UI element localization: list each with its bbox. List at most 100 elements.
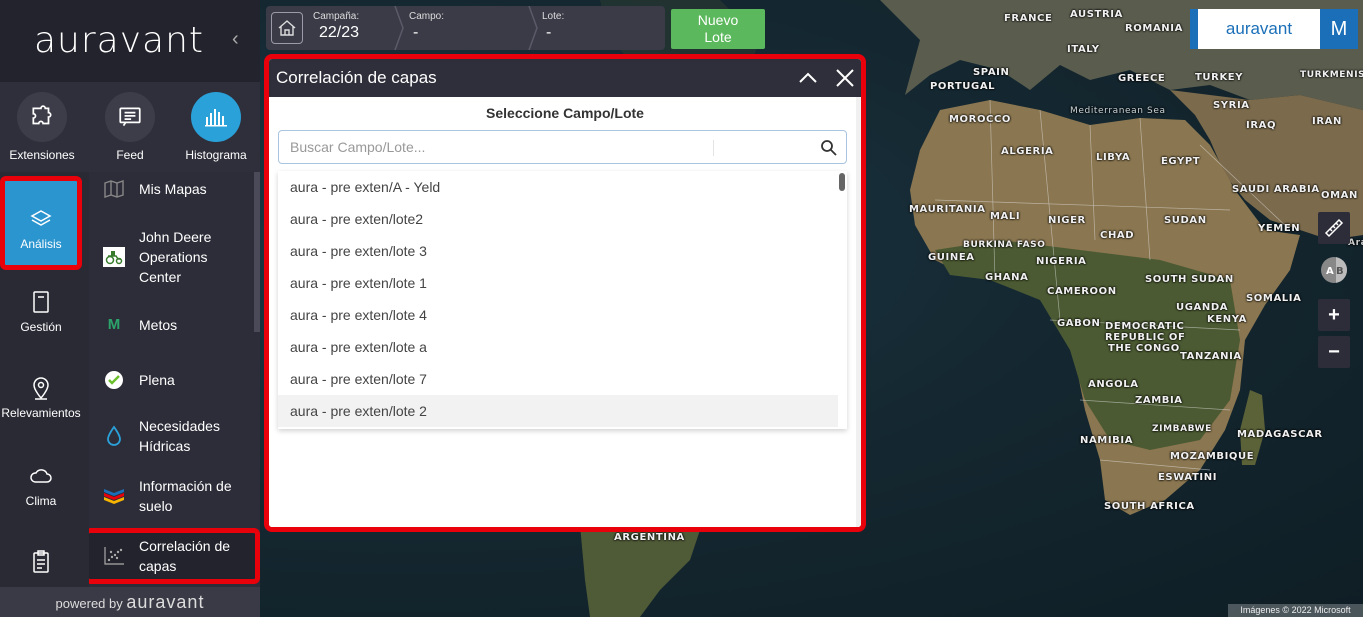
submenu-item-john-deere[interactable]: John Deere Operations Center: [89, 227, 254, 287]
campaign-selector-bar: Campaña: 22/23 Campo: - Lote: -: [266, 6, 665, 50]
submenu-item-informacion-suelo[interactable]: Información de suelo: [89, 476, 254, 516]
plena-icon: [105, 371, 123, 389]
chevron-up-icon[interactable]: [795, 65, 821, 91]
tool-label: Histograma: [185, 148, 247, 162]
map-label: IRAQ: [1246, 120, 1277, 131]
map-label: MALI: [990, 211, 1021, 222]
results-scrollbar[interactable]: [839, 173, 845, 191]
result-item[interactable]: aura - pre exten/lote 4: [278, 299, 838, 331]
submenu-item-correlacion-capas[interactable]: Correlación de capas: [89, 528, 260, 584]
submenu-item-necesidades-hidricas[interactable]: Necesidades Hídricas: [89, 416, 254, 456]
zoom-out-button[interactable]: −: [1318, 336, 1350, 368]
dialog-body: Seleccione Campo/Lote aura - pre exten/A…: [269, 97, 861, 527]
histogram-icon: [205, 109, 227, 127]
home-button[interactable]: [271, 12, 303, 44]
collapse-sidebar-button[interactable]: ‹: [232, 28, 239, 51]
tool-label: Extensiones: [9, 148, 75, 162]
map-label: KENYA: [1207, 314, 1247, 325]
result-item[interactable]: aura - pre exten/lote 1: [278, 267, 838, 299]
compare-ab-icon: AB: [1321, 257, 1347, 283]
tool-row: Extensiones Feed Histograma: [0, 82, 260, 172]
map-label: SPAIN: [973, 67, 1010, 78]
submenu-label: Metos: [139, 317, 178, 333]
dialog-title: Correlación de capas: [276, 68, 437, 87]
map-label: Arabia: [1348, 238, 1363, 248]
close-icon[interactable]: [832, 65, 858, 91]
powered-prefix: powered by: [55, 596, 123, 611]
map-label: ANGOLA: [1088, 379, 1139, 390]
nav-item-label: Análisis: [20, 237, 62, 251]
nav-item-analisis[interactable]: Análisis: [0, 176, 82, 270]
search-input[interactable]: [279, 131, 709, 163]
chevron-separator-icon: [528, 6, 538, 50]
scatter-plot-icon: [104, 547, 124, 565]
result-item[interactable]: aura - pre exten/lote a: [278, 331, 838, 363]
tool-extensiones[interactable]: Extensiones: [0, 92, 84, 162]
map-label: GREECE: [1118, 73, 1166, 84]
map-label: OMAN: [1321, 190, 1358, 201]
campo-label: Campo:: [409, 11, 445, 22]
result-item[interactable]: aura - pre exten/lote 7: [278, 363, 838, 395]
nav-item-clipboard[interactable]: [0, 544, 82, 580]
map-label: FRANCE: [1004, 13, 1053, 24]
clipboard-icon: [33, 550, 49, 573]
submenu-item-metos[interactable]: M Metos: [89, 315, 254, 335]
nav-item-label: Gestión: [20, 320, 62, 334]
zoom-in-button[interactable]: +: [1318, 299, 1350, 331]
search-field: [278, 130, 847, 164]
water-drop-icon: [107, 425, 121, 446]
user-avatar[interactable]: M: [1320, 9, 1358, 49]
result-item[interactable]: aura - pre exten/lote 3: [278, 235, 838, 267]
map-label: SOUTH SUDAN: [1145, 274, 1234, 285]
submenu-item-mis-mapas[interactable]: Mis Mapas: [89, 179, 254, 199]
map-label: TURKEY: [1195, 72, 1244, 83]
header-brand-logo: auravant: [1190, 9, 1320, 49]
campo-lote-results-list: aura - pre exten/A - Yeld aura - pre ext…: [278, 171, 847, 429]
metos-icon: M: [107, 316, 121, 333]
lote-label: Lote:: [542, 11, 565, 22]
dialog-scrollbar[interactable]: [856, 97, 861, 527]
submenu-label: Plena: [139, 372, 175, 388]
dialog-header: Correlación de capas: [269, 59, 861, 97]
campana-label: Campaña:: [313, 11, 360, 22]
nav-item-label: Clima: [25, 494, 57, 508]
lote-selector[interactable]: Lote: -: [542, 11, 564, 42]
tool-histograma[interactable]: Histograma: [174, 92, 258, 162]
map-label: TURKMENISTAN: [1300, 70, 1363, 80]
map-label: NIGER: [1048, 215, 1086, 226]
submenu-item-plena[interactable]: Plena: [89, 370, 254, 390]
map-label: ITALY: [1067, 44, 1100, 55]
map-label: MADAGASCAR: [1237, 429, 1323, 440]
svg-text:B: B: [1336, 266, 1344, 277]
new-lote-button[interactable]: Nuevo Lote: [671, 9, 765, 49]
puzzle-icon: [32, 105, 52, 125]
result-item[interactable]: aura - pre exten/lote2: [278, 203, 838, 235]
map-label: PORTUGAL: [930, 81, 996, 92]
map-label: MOROCCO: [949, 114, 1012, 125]
result-item[interactable]: aura - pre exten/A - Yeld: [278, 171, 838, 203]
campana-selector[interactable]: Campaña: 22/23: [313, 11, 359, 42]
nav-item-gestion[interactable]: Gestión: [0, 284, 82, 334]
campo-selector[interactable]: Campo: -: [409, 11, 444, 42]
location-pin-icon: [33, 377, 49, 400]
tool-feed[interactable]: Feed: [88, 92, 172, 162]
compare-ab-button[interactable]: AB: [1318, 254, 1350, 286]
map-label: ROMANIA: [1125, 23, 1183, 34]
search-icon[interactable]: [819, 138, 839, 158]
new-lote-line1: Nuevo: [697, 12, 739, 28]
nav-item-relevamientos[interactable]: Relevamientos: [0, 370, 82, 420]
nav-item-clima[interactable]: Clima: [0, 458, 82, 508]
logo-area: auravant ‹: [0, 0, 260, 82]
map-label: GUINEA: [928, 252, 975, 263]
map-label: EGYPT: [1161, 156, 1201, 167]
ruler-icon: [1324, 218, 1344, 238]
submenu-label: Información de suelo: [139, 478, 232, 514]
result-item[interactable]: aura - pre exten/lote 2: [278, 395, 838, 427]
measure-ruler-button[interactable]: [1318, 212, 1350, 244]
submenu-scrollbar[interactable]: [254, 172, 260, 332]
tool-label: Feed: [116, 148, 144, 162]
map-label: AUSTRIA: [1070, 9, 1123, 20]
map-icon: [104, 180, 124, 198]
submenu-label: John Deere Operations Center: [139, 229, 212, 285]
map-label: TANZANIA: [1180, 351, 1242, 362]
